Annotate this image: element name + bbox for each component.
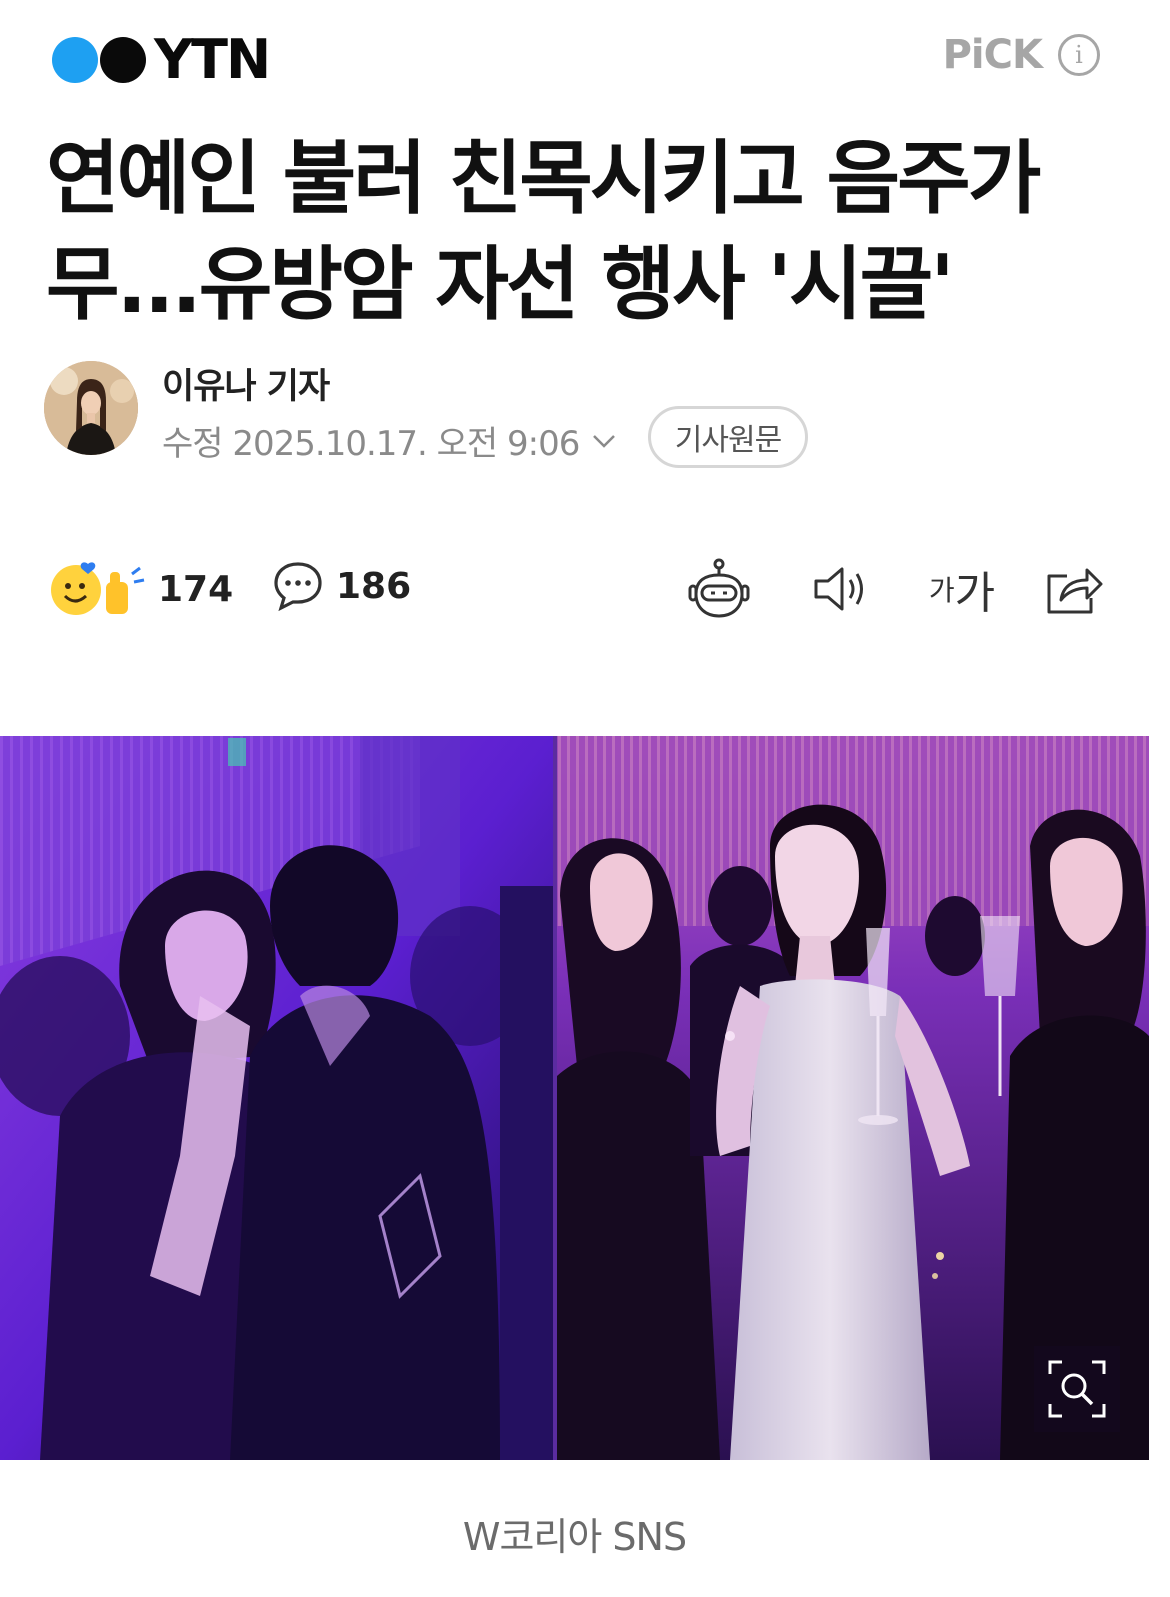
reaction-count: 174 (158, 568, 234, 610)
tts-button[interactable] (806, 556, 876, 622)
logo-black-dot (100, 37, 146, 83)
zoom-icon (1048, 1360, 1106, 1418)
article-meta[interactable]: 수정 2025.10.17. 오전 9:06 (162, 416, 619, 465)
share-button[interactable] (1038, 556, 1108, 622)
reporter-avatar[interactable] (44, 361, 138, 455)
modified-date: 수정 2025.10.17. 오전 9:06 (162, 424, 580, 464)
font-small-label: 가 (928, 574, 955, 607)
reaction-emoji-icon (51, 562, 145, 615)
pick-badge[interactable]: PiCK i (943, 32, 1100, 78)
logo-text: YTN (154, 28, 271, 91)
pick-label: PiCK (942, 32, 1043, 78)
font-big-label: 가 (954, 568, 996, 619)
ai-robot-icon (688, 558, 750, 618)
info-icon[interactable]: i (1058, 34, 1100, 76)
photo-zoom-button[interactable] (1034, 1346, 1120, 1432)
ai-summary-button[interactable] (684, 556, 754, 622)
ytn-logo[interactable]: YTN (52, 28, 271, 91)
font-size-button[interactable]: 가가 (924, 556, 1000, 622)
comment-icon (274, 562, 322, 612)
reaction-button[interactable]: 174 (50, 560, 233, 618)
article-photo[interactable] (0, 736, 1149, 1460)
speaker-icon (814, 567, 863, 611)
logo-blue-dot (52, 37, 98, 83)
top-bar: YTN PiCK i (0, 0, 1170, 120)
original-article-button[interactable]: 기사원문 (648, 406, 808, 468)
chevron-down-icon[interactable] (589, 426, 619, 456)
share-icon (1047, 568, 1103, 614)
reporter-name[interactable]: 이유나 기자 (162, 358, 330, 409)
comment-button[interactable]: 186 (272, 560, 411, 612)
article-headline: 연예인 불러 친목시키고 음주가무...유방암 자선 행사 '시끌' (46, 132, 1041, 331)
comment-count: 186 (336, 565, 412, 607)
photo-caption: W코리아 SNS (462, 1515, 687, 1559)
